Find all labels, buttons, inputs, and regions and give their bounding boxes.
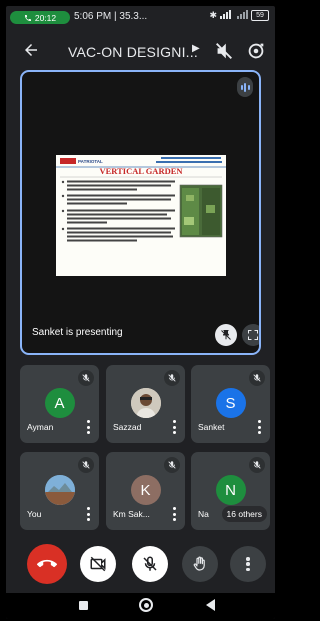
battery-icon: 59 — [251, 10, 269, 21]
more-options-button[interactable] — [230, 546, 266, 582]
pin-button[interactable] — [215, 324, 237, 346]
more-options-icon — [246, 557, 250, 571]
presentation-tile[interactable]: PATRIOTAL VERTICAL GARDEN Sanket is pres… — [20, 70, 261, 355]
mic-off-icon — [164, 457, 180, 473]
raise-hand-button[interactable] — [182, 546, 218, 582]
system-navigation-bar — [6, 593, 275, 619]
fullscreen-button[interactable] — [242, 324, 259, 346]
slide-content: PATRIOTAL VERTICAL GARDEN — [56, 155, 226, 276]
mic-off-icon — [164, 370, 180, 386]
presenter-label: Sanket is presenting — [32, 327, 123, 338]
participant-tile[interactable]: K Km Sak... — [106, 452, 185, 530]
more-vert-icon[interactable] — [257, 420, 261, 434]
participant-name: Sazzad — [113, 422, 142, 432]
chevron-right-icon[interactable]: ▶ — [192, 43, 200, 54]
back-button[interactable] — [22, 41, 44, 63]
avatar: S — [215, 388, 246, 418]
switch-camera-button[interactable] — [245, 40, 269, 64]
avatar-initial: N — [225, 481, 236, 499]
more-vert-icon[interactable] — [172, 507, 176, 521]
home-button[interactable] — [139, 598, 153, 612]
shared-slide: PATRIOTAL VERTICAL GARDEN — [56, 155, 226, 276]
slide-header-text: PATRIOTAL — [78, 159, 103, 164]
fullscreen-icon — [248, 330, 258, 340]
bluetooth-icon: ✱ — [209, 10, 217, 20]
signal-icon — [220, 10, 234, 21]
camera-off-icon — [90, 556, 106, 572]
status-icons: ✱ 59 — [209, 10, 269, 21]
signal-icon-2 — [237, 10, 248, 21]
audio-activity-icon — [237, 77, 253, 97]
meeting-header: VAC-ON DESIGNI... ▶ — [6, 34, 275, 70]
mic-off-icon — [78, 370, 94, 386]
mic-off-icon — [249, 370, 265, 386]
avatar-initial: A — [54, 394, 65, 412]
others-tile[interactable]: N Na 16 others — [191, 452, 270, 530]
unpin-icon — [221, 330, 231, 340]
participant-name: Km Sak... — [113, 509, 150, 519]
avatar-photo — [44, 475, 75, 505]
participant-tile[interactable]: S Sanket — [191, 365, 270, 443]
mic-toggle-button[interactable] — [132, 546, 168, 582]
participant-tile[interactable]: Sazzad — [106, 365, 185, 443]
meeting-title[interactable]: VAC-ON DESIGNI... — [68, 44, 198, 60]
participant-tile[interactable]: You — [20, 452, 99, 530]
mute-speaker-icon — [216, 43, 232, 59]
speaker-mute-button[interactable] — [213, 40, 237, 64]
avatar-initial: K — [140, 481, 151, 499]
switch-camera-icon — [248, 43, 264, 59]
others-count-badge[interactable]: 16 others — [221, 506, 267, 522]
phone-icon — [24, 14, 31, 21]
raise-hand-icon — [193, 556, 205, 571]
participant-tile[interactable]: A Ayman — [20, 365, 99, 443]
participant-name: Sanket — [198, 422, 225, 432]
more-vert-icon[interactable] — [172, 420, 176, 434]
slide-title: VERTICAL GARDEN — [99, 166, 183, 176]
battery-level: 59 — [256, 12, 264, 19]
status-clock: 5:06 PM | 35.3... — [74, 11, 148, 22]
call-duration: 20:12 — [34, 12, 57, 23]
back-nav-button[interactable] — [206, 599, 215, 611]
more-vert-icon[interactable] — [86, 420, 90, 434]
mic-off-icon — [78, 457, 94, 473]
more-vert-icon[interactable] — [86, 507, 90, 521]
end-call-button[interactable] — [27, 544, 67, 584]
end-call-icon — [37, 559, 57, 568]
participant-name: Ayman — [27, 422, 54, 432]
home-icon — [143, 602, 149, 608]
participant-name: You — [27, 509, 42, 519]
participant-name: Na — [198, 509, 209, 519]
avatar-initial: S — [225, 394, 236, 412]
avatar: K — [130, 475, 161, 505]
meet-screen: 20:12 5:06 PM | 35.3... ✱ 59 VAC-ON DESI… — [6, 6, 275, 619]
avatar: A — [44, 388, 75, 418]
avatar: N — [215, 475, 246, 505]
mic-off-icon — [143, 556, 157, 571]
mic-off-icon — [249, 457, 265, 473]
ongoing-call-pill[interactable]: 20:12 — [10, 11, 70, 24]
avatar-photo — [130, 388, 161, 418]
camera-toggle-button[interactable] — [80, 546, 116, 582]
recents-button[interactable] — [79, 601, 88, 610]
arrow-back-icon — [25, 44, 37, 56]
status-bar: 20:12 5:06 PM | 35.3... ✱ 59 — [6, 6, 275, 28]
